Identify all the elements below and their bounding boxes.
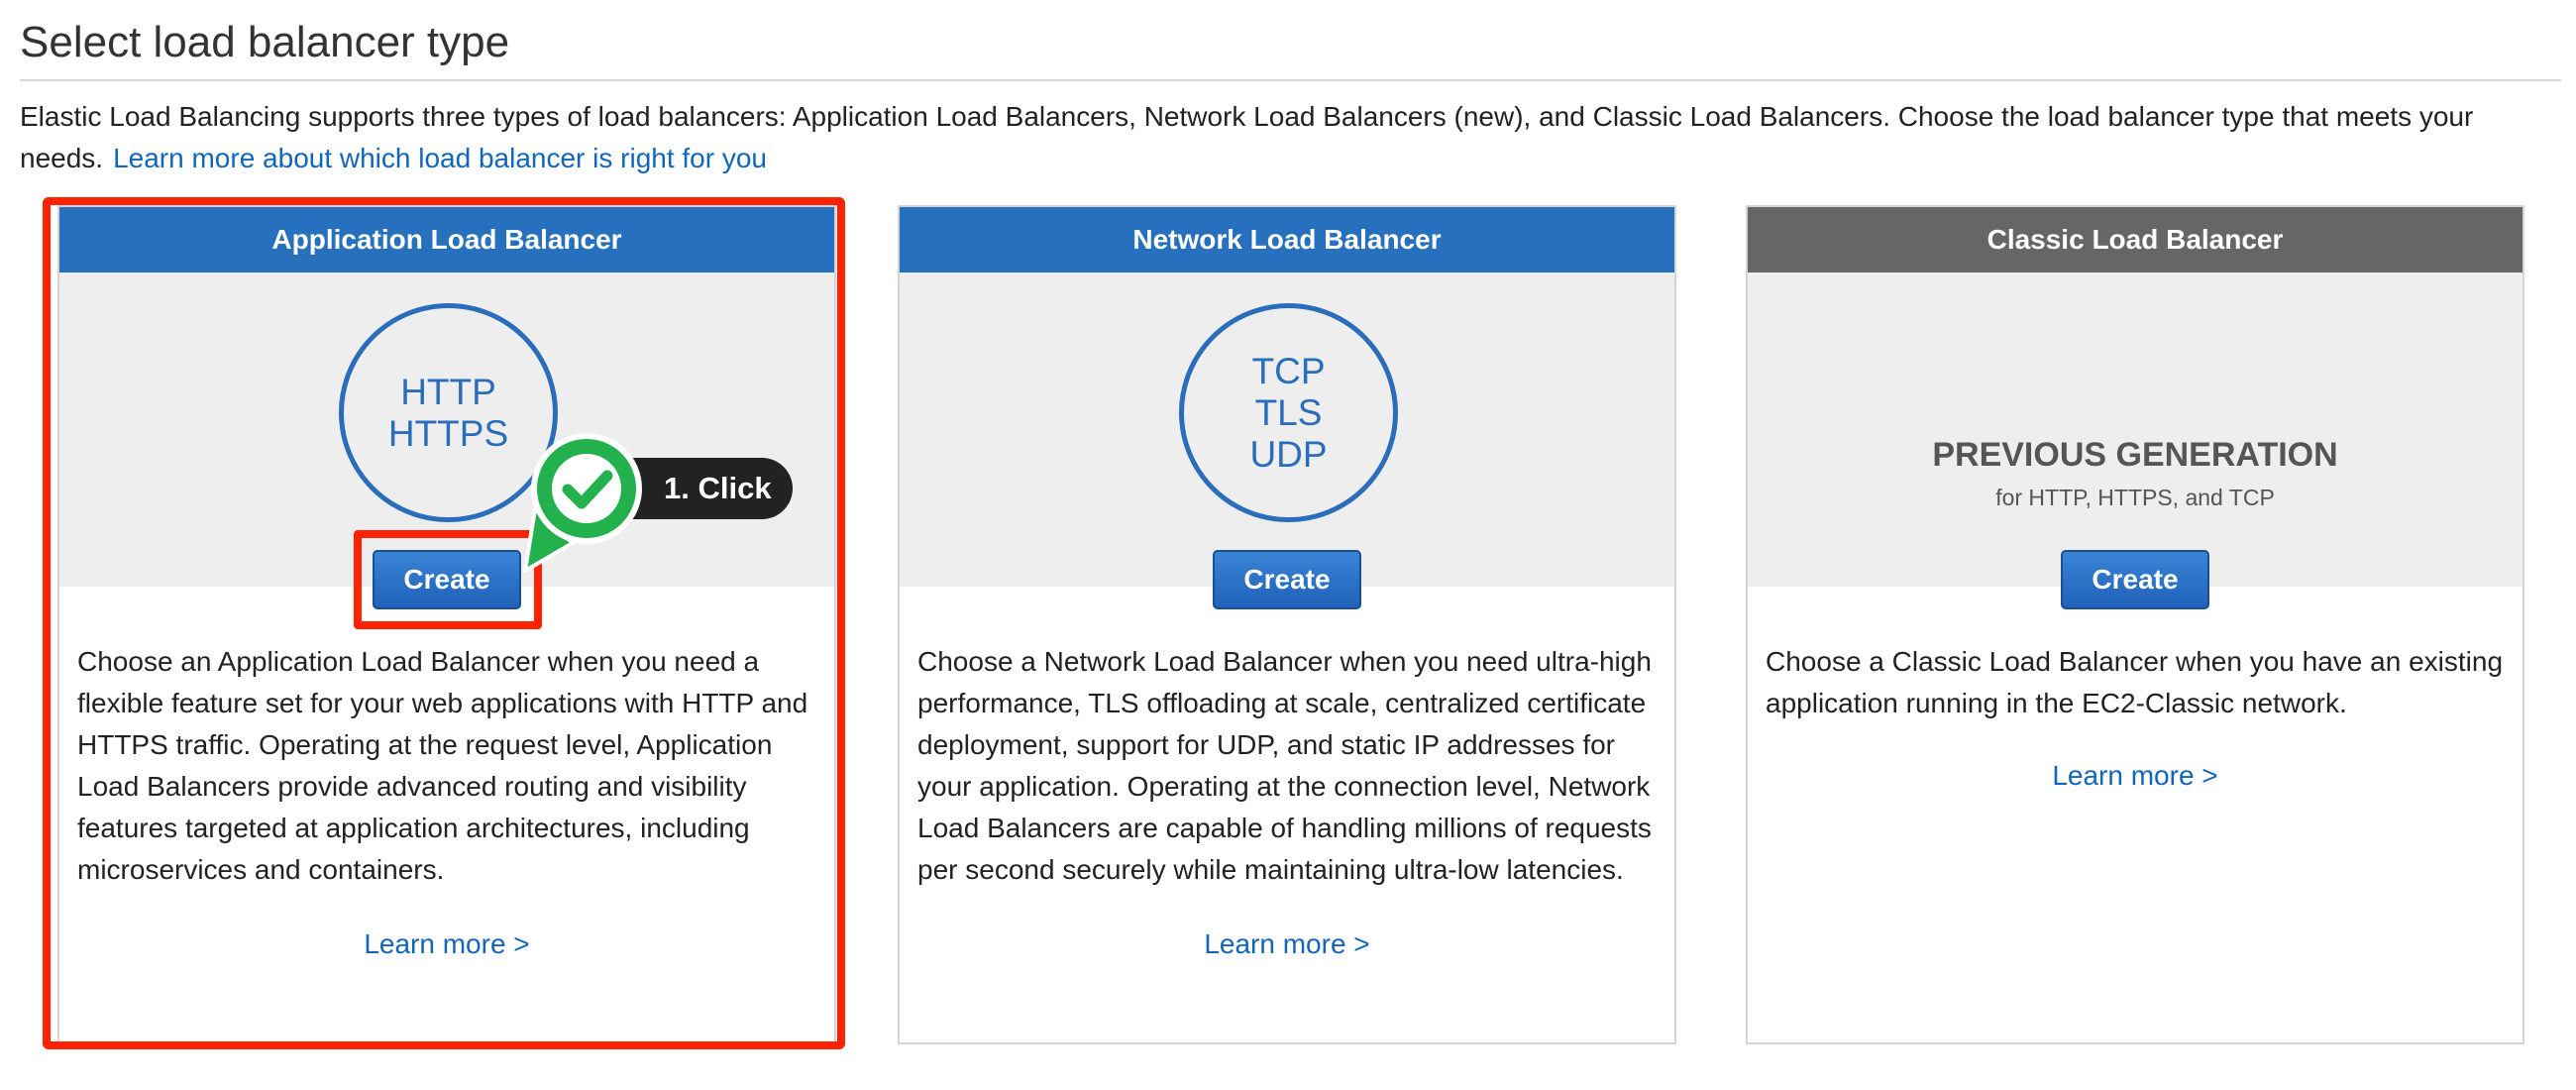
protocol-tcp: TCP — [1251, 350, 1326, 391]
previous-generation-label: PREVIOUS GENERATION — [1932, 436, 2338, 474]
card-header-classic: Classic Load Balancer — [1748, 207, 2522, 272]
step-label: 1. Click — [664, 471, 772, 505]
card-classic-load-balancer: Classic Load Balancer PREVIOUS GENERATIO… — [1746, 205, 2524, 1044]
protocol-udp: UDP — [1249, 433, 1328, 475]
card-graphic-network: TCP TLS UDP — [900, 272, 1674, 587]
intro-learn-more-link[interactable]: Learn more about which load balancer is … — [113, 143, 767, 173]
protocol-https: HTTPS — [387, 412, 509, 454]
learn-more-classic-link[interactable]: Learn more > — [1748, 760, 2522, 792]
protocol-circle-network: TCP TLS UDP — [1179, 303, 1398, 522]
protocol-http: HTTP — [400, 371, 496, 412]
learn-more-application-link[interactable]: Learn more > — [59, 928, 834, 960]
card-description-application: Choose an Application Load Balancer when… — [77, 646, 808, 885]
card-header-network: Network Load Balancer — [900, 207, 1674, 272]
card-header-application: Application Load Balancer — [59, 207, 834, 272]
title-divider — [20, 79, 2561, 81]
create-classic-lb-button[interactable]: Create — [2061, 550, 2209, 609]
card-graphic-application: HTTP HTTPS — [59, 272, 834, 587]
create-network-lb-button[interactable]: Create — [1213, 550, 1361, 609]
intro-text: Elastic Load Balancing supports three ty… — [20, 96, 2536, 179]
card-network-load-balancer: Network Load Balancer TCP TLS UDP Create… — [898, 205, 1676, 1044]
card-graphic-classic: PREVIOUS GENERATION for HTTP, HTTPS, and… — [1748, 272, 2522, 587]
previous-generation-subtitle: for HTTP, HTTPS, and TCP — [1995, 485, 2275, 510]
card-application-load-balancer: Application Load Balancer HTTP HTTPS Cre… — [57, 205, 836, 1044]
card-description-network: Choose a Network Load Balancer when you … — [917, 646, 1652, 885]
card-description-classic: Choose a Classic Load Balancer when you … — [1766, 646, 2504, 718]
check-pin-icon — [523, 433, 642, 573]
create-application-lb-button[interactable]: Create — [373, 550, 521, 609]
page-title: Select load balancer type — [20, 18, 510, 66]
learn-more-network-link[interactable]: Learn more > — [900, 928, 1674, 960]
protocol-tls: TLS — [1254, 391, 1323, 433]
